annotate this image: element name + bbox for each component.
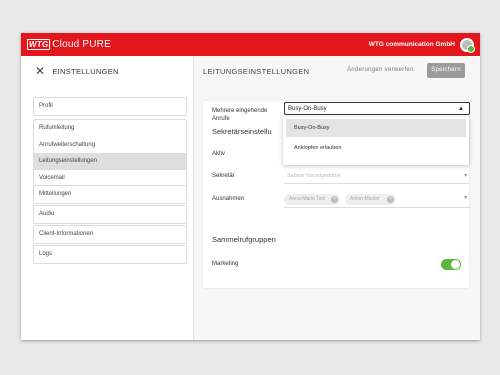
sidebar-item-leitungseinstellungen[interactable]: Leitungseinstellungen — [34, 153, 186, 170]
exception-chip-label: Anna-Marie Test — [289, 196, 326, 202]
multiple-calls-select[interactable]: Busy-On-Busy ▲ — [284, 102, 470, 115]
sidebar-item-audio[interactable]: Audio — [34, 206, 186, 223]
sidebar-item-mitteilungen[interactable]: Mitteilungen — [34, 186, 186, 203]
remove-icon[interactable]: × — [387, 196, 394, 203]
multiple-calls-value: Busy-On-Busy — [288, 106, 327, 112]
sidebar-item-logs[interactable]: Logs — [34, 246, 186, 263]
avatar[interactable] — [460, 37, 475, 53]
sidebar-item-rufumleitung[interactable]: Rufumleitung — [34, 120, 186, 137]
secretary-label: Sekretär — [212, 173, 235, 179]
marketing-toggle[interactable] — [441, 259, 461, 270]
save-button[interactable]: Speichern — [427, 63, 465, 78]
multiple-calls-label: Mehrere eingehende Anrufe — [212, 108, 268, 122]
settings-sidebar: ✕ EINSTELLUNGEN Profil Rufumleitung Anru… — [21, 56, 194, 340]
chevron-down-icon: ▾ — [463, 173, 467, 179]
top-bar: WTG Cloud PURE WTG communication GmbH — [21, 33, 480, 56]
app-logo: WTG Cloud PURE — [27, 39, 111, 50]
sidebar-item-client-informationen[interactable]: Client-Informationen — [34, 226, 186, 243]
sidebar-item-voicemail[interactable]: Voicemail — [34, 170, 186, 187]
marketing-label: Marketing — [212, 261, 239, 267]
exception-chip-label: Anton Muster — [350, 196, 380, 202]
page-title: LEITUNGSEINSTELLUNGEN — [203, 66, 310, 76]
discard-button[interactable]: Änderungen verwerfen — [347, 67, 414, 73]
chevron-down-icon: ▾ — [463, 195, 467, 201]
logo-text: Cloud PURE — [52, 39, 111, 50]
settings-card: Mehrere eingehende Anrufe Busy-On-Busy ▲… — [203, 101, 470, 288]
exceptions-label: Ausnahmen — [212, 196, 245, 202]
secretary-placeholder: Sabine Vorzeigedame — [287, 173, 341, 179]
app-window: WTG Cloud PURE WTG communication GmbH ✕ … — [21, 33, 480, 340]
company-name: WTG communication GmbH — [368, 41, 455, 48]
active-label: Aktiv — [212, 151, 226, 157]
caret-up-icon: ▲ — [458, 106, 464, 112]
exception-chip: Anna-Marie Test × — [284, 194, 340, 205]
nav-group-calls: Rufumleitung Anrufweiterschaltung Leitun… — [33, 119, 187, 187]
section-groups: Sammelrufgruppen — [212, 235, 276, 244]
dropdown-option-anklopfen[interactable]: Anklopfen erlauben — [286, 139, 466, 157]
toggle-knob — [451, 260, 460, 269]
status-online-icon — [467, 44, 475, 53]
close-icon[interactable]: ✕ — [35, 64, 45, 78]
dropdown-option-busy-on-busy[interactable]: Busy-On-Busy — [286, 119, 466, 137]
sidebar-title: EINSTELLUNGEN — [52, 66, 119, 76]
logo-brand: WTG — [27, 39, 51, 50]
nav-group-audio: Audio — [33, 205, 187, 224]
sidebar-item-anrufweiterschaltung[interactable]: Anrufweiterschaltung — [34, 137, 186, 154]
secretary-select[interactable]: Sabine Vorzeigedame ▾ — [284, 171, 470, 184]
section-secretary: Sekretärseinstellu — [212, 127, 272, 136]
exceptions-select[interactable]: Anna-Marie Test × Anton Muster × ▾ — [284, 193, 470, 208]
exception-chip: Anton Muster × — [345, 194, 396, 205]
sidebar-item-profil[interactable]: Profil — [34, 98, 186, 115]
remove-icon[interactable]: × — [331, 196, 338, 203]
nav-group-logs: Logs — [33, 245, 187, 264]
nav-group-profile: Profil — [33, 97, 187, 116]
main-panel: LEITUNGSEINSTELLUNGEN Änderungen verwerf… — [194, 56, 480, 340]
nav-group-client: Client-Informationen — [33, 225, 187, 244]
nav-group-mitteilungen: Mitteilungen — [33, 185, 187, 204]
multiple-calls-dropdown: Busy-On-Busy Anklopfen erlauben — [283, 117, 469, 165]
